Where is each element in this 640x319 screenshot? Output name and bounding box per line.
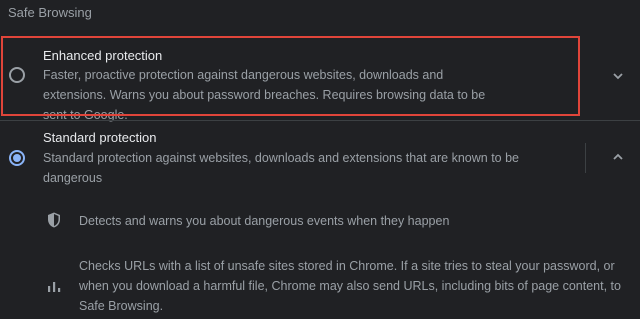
standard-protection-title: Standard protection <box>43 130 157 145</box>
chevron-down-icon[interactable] <box>610 68 626 84</box>
standard-protection-radio[interactable] <box>9 150 25 166</box>
standard-protection-description: Standard protection against websites, do… <box>43 151 520 185</box>
shield-icon <box>45 211 63 229</box>
detail-text-checks-urls: Checks URLs with a list of unsafe sites … <box>79 259 621 313</box>
enhanced-protection-title: Enhanced protection <box>43 48 163 63</box>
detail-item-checks-urls: Checks URLs with a list of unsafe sites … <box>0 256 640 316</box>
divider <box>585 143 586 173</box>
enhanced-protection-option[interactable]: Enhanced protection Faster, proactive pr… <box>0 36 640 122</box>
standard-protection-option[interactable]: Standard protection Standard protection … <box>0 120 640 196</box>
enhanced-protection-description: Faster, proactive protection against dan… <box>43 68 486 122</box>
section-title: Safe Browsing <box>8 5 92 20</box>
chevron-up-icon[interactable] <box>610 149 626 165</box>
detail-text-detects: Detects and warns you about dangerous ev… <box>79 214 450 228</box>
enhanced-protection-radio[interactable] <box>9 67 25 83</box>
bar-chart-icon <box>45 277 63 295</box>
detail-item-detects: Detects and warns you about dangerous ev… <box>0 206 640 236</box>
